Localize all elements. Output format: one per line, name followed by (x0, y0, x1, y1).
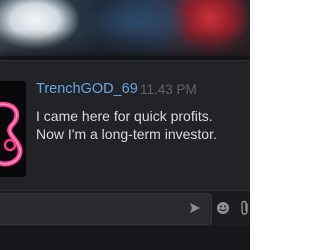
send-icon (190, 203, 200, 213)
avatar-art (0, 101, 23, 167)
username[interactable]: TrenchGOD_69 (36, 81, 138, 97)
attach-button[interactable] (234, 194, 250, 222)
divider (0, 190, 250, 191)
emoji-icon (217, 202, 229, 214)
paperclip-icon (241, 200, 248, 215)
bottom-bar (0, 226, 250, 250)
message-text-line: I came here for quick profits. (36, 108, 213, 124)
message-text-line: Now I'm a long-term investor. (36, 126, 217, 142)
message-input[interactable] (0, 193, 212, 225)
avatar[interactable] (0, 81, 26, 177)
chat-message: TrenchGOD_69 11.43 PM I came here for qu… (0, 60, 250, 191)
chat-window: TrenchGOD_69 11.43 PM I came here for qu… (0, 0, 250, 250)
emoji-button[interactable] (212, 194, 234, 222)
timestamp: 11.43 PM (140, 82, 197, 97)
send-button[interactable] (184, 194, 206, 222)
